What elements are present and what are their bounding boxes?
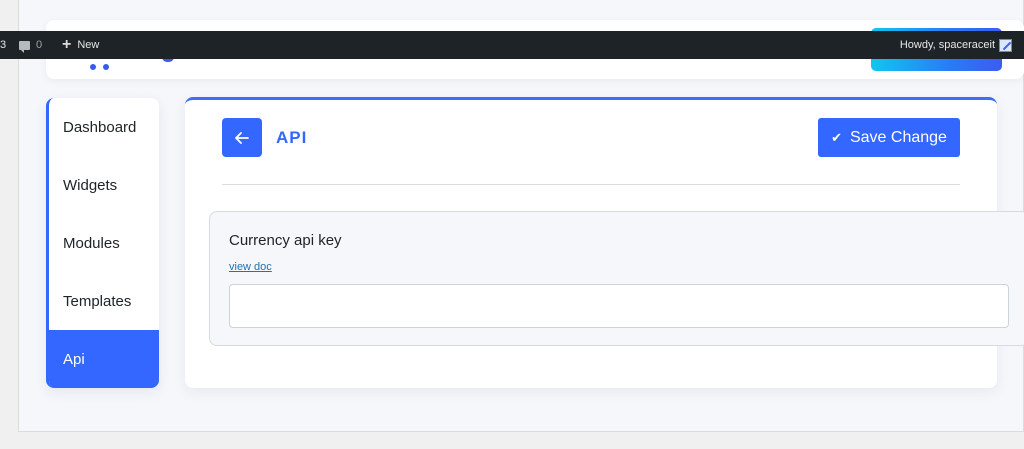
- wp-admin-bar: 3 0 + New Howdy, spaceraceit: [0, 31, 1024, 59]
- currency-api-key-input[interactable]: [229, 284, 1009, 328]
- sidebar-nav: Dashboard Widgets Modules Templates Api: [46, 98, 159, 388]
- comments-count: 0: [36, 39, 43, 51]
- sidebar-item-api[interactable]: Api: [49, 330, 159, 388]
- check-icon: ✔: [831, 129, 842, 145]
- updates-item[interactable]: 3: [0, 31, 6, 59]
- comments-item[interactable]: 0: [19, 31, 42, 59]
- sidebar-item-modules[interactable]: Modules: [49, 214, 159, 272]
- view-doc-link[interactable]: view doc: [229, 261, 272, 273]
- sidebar-item-widgets[interactable]: Widgets: [49, 156, 159, 214]
- account-greeting: Howdy, spaceraceit: [899, 39, 995, 51]
- logo-icon: [90, 57, 116, 75]
- avatar: [999, 38, 1012, 52]
- currency-api-key-setting: Currency api key view doc: [209, 211, 1024, 346]
- page-title: API: [276, 128, 308, 147]
- back-button[interactable]: [222, 118, 262, 157]
- my-account-item[interactable]: Howdy, spaceraceit: [900, 31, 1012, 59]
- divider: [222, 184, 960, 185]
- save-change-label: Save Change: [849, 128, 947, 146]
- comment-icon: [19, 40, 30, 53]
- plus-icon: +: [62, 36, 72, 53]
- new-label: New: [77, 39, 100, 51]
- sidebar-item-dashboard[interactable]: Dashboard: [49, 98, 159, 156]
- arrow-left-icon: [235, 131, 249, 144]
- sidebar-item-templates[interactable]: Templates: [49, 272, 159, 330]
- new-content-item[interactable]: + New: [62, 31, 99, 59]
- currency-api-key-label: Currency api key: [229, 232, 342, 249]
- updates-count: 3: [0, 39, 7, 51]
- save-change-button[interactable]: ✔ Save Change: [818, 118, 960, 157]
